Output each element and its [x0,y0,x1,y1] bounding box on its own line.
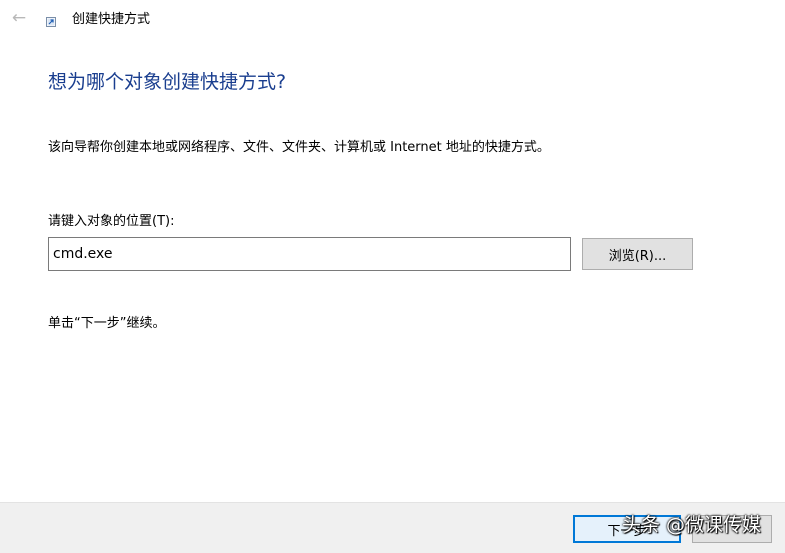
continue-hint: 单击“下一步”继续。 [48,316,166,331]
window-title: 创建快捷方式 [72,12,151,27]
shortcut-icon [46,17,56,27]
cancel-button[interactable] [692,515,772,543]
wizard-description: 该向导帮你创建本地或网络程序、文件、文件夹、计算机或 Internet 地址的快… [48,140,550,155]
wizard-footer: 下一步 [0,502,785,553]
page-heading: 想为哪个对象创建快捷方式? [48,71,287,93]
location-input[interactable] [48,237,571,271]
browse-button[interactable]: 浏览(R)... [582,238,693,270]
location-label: 请键入对象的位置(T): [48,214,175,229]
next-button[interactable]: 下一步 [573,515,681,543]
back-arrow-icon[interactable]: ← [8,8,30,28]
